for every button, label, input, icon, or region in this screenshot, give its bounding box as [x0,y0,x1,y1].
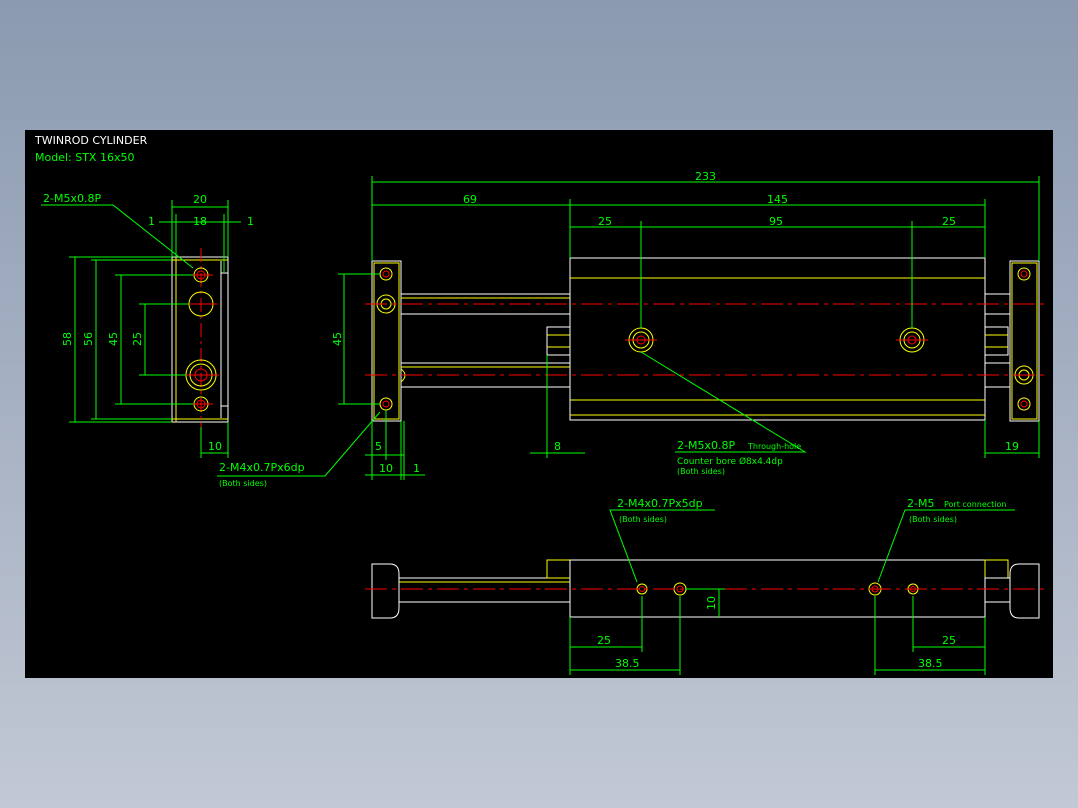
dim-right-19: 19 [1005,440,1019,453]
side-left-head [371,563,400,619]
left-plate-hole-1 [379,267,393,281]
top-view [365,257,1045,422]
side-tap-hole-left-core [639,586,645,592]
dim-side-1: 1 [413,462,420,475]
side-right-nut [984,559,1009,579]
note-both-sides-c: (Both sides) [619,515,667,524]
right-plate-hole-3 [1017,397,1031,411]
dim-pitch-left: 25 [598,215,612,228]
right-plate-hole-3-core [1020,400,1028,408]
dim-side-10: 10 [379,462,393,475]
side-view-dimensions [569,509,1015,675]
dim-bot-385-left: 38.5 [615,657,640,670]
dim-nut-8: 8 [554,440,561,453]
dim-end-gap-left: 1 [148,215,155,228]
side-right-head [1009,563,1040,619]
side-left-nut [546,559,571,579]
cylinder-body [569,257,986,421]
dim-end-bottom: 10 [208,440,222,453]
dim-overall: 233 [695,170,716,183]
note-through-main: 2-M5x0.8P [677,439,735,452]
side-right-rod [984,577,1011,603]
dim-pitch-mid: 95 [769,215,783,228]
dim-bot-10: 10 [705,596,718,610]
dim-side-h45: 45 [331,332,344,346]
dim-end-inner: 18 [193,215,207,228]
dim-side-5: 5 [375,440,382,453]
right-end-plate [1009,260,1040,422]
left-plate-hole-1-core [382,270,390,278]
note-tapped-front: 2-M5x0.8P [43,192,101,205]
note-both-sides-b: (Both sides) [677,467,725,476]
dim-h45: 45 [107,332,120,346]
dim-bot-25-right: 25 [942,634,956,647]
dim-h56: 56 [82,332,95,346]
model-label: Model: STX 16x50 [35,151,134,164]
left-plate-hole-3-core [382,400,390,408]
dim-h25: 25 [131,332,144,346]
right-plate-hole-1-core [1020,270,1028,278]
note-tapped-side: 2-M4x0.7Px6dp [219,461,305,474]
dim-end-gap-right: 1 [247,215,254,228]
dim-pitch-right: 25 [942,215,956,228]
technical-drawing: TWINROD CYLINDER Model: STX 16x50 20 18 … [34,134,1045,675]
top-view-dimensions [217,176,1040,480]
dim-bot-385-right: 38.5 [918,657,943,670]
note-port-suffix: Port connection [944,500,1006,509]
note-both-sides-a: (Both sides) [219,479,267,488]
dim-body-len: 145 [767,193,788,206]
left-end-plate [371,260,402,422]
note-bottom-tap: 2-M4x0.7Px5dp [617,497,703,510]
drawing-title: TWINROD CYLINDER [34,134,148,147]
right-end-plate-inner [1011,262,1038,420]
left-lock-nut [546,326,571,356]
end-plate-flange [220,272,229,407]
note-through-suffix: Through-hole [747,442,801,451]
cad-viewport[interactable]: TWINROD CYLINDER Model: STX 16x50 20 18 … [25,130,1053,678]
note-both-sides-d: (Both sides) [909,515,957,524]
dim-end-width: 20 [193,193,207,206]
note-port-main: 2-M5 [907,497,934,510]
right-lock-nut [984,326,1009,356]
left-plate-hole-3 [379,397,393,411]
note-counter-bore: Counter bore Ø8x4.4dp [677,456,783,467]
dim-rod-len: 69 [463,193,477,206]
right-plate-hole-1 [1017,267,1031,281]
dim-bot-25-left: 25 [597,634,611,647]
left-end-plate-inner [373,262,400,420]
dim-h58: 58 [61,332,74,346]
